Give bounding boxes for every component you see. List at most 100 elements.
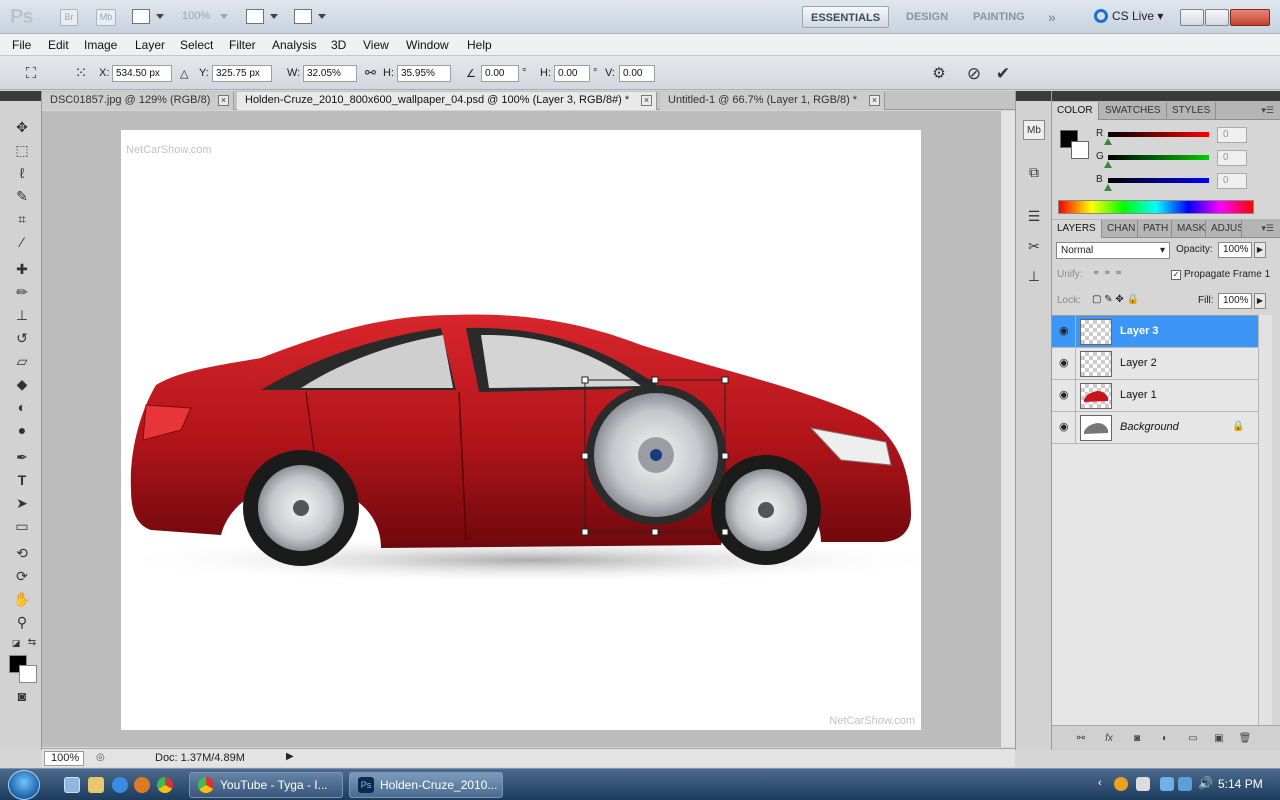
mini-bridge-button[interactable]: Mb: [96, 9, 116, 26]
red-slider-thumb[interactable]: [1104, 138, 1112, 145]
menu-select[interactable]: Select: [180, 38, 213, 52]
history-icon[interactable]: ⧉: [1023, 162, 1045, 182]
close-icon[interactable]: ×: [641, 95, 652, 106]
explorer-icon[interactable]: [88, 777, 104, 793]
add-mask-icon[interactable]: ◙: [1130, 732, 1144, 745]
cs-live-menu[interactable]: CS Live ▾: [1094, 9, 1163, 23]
move-tool-icon[interactable]: ✥: [12, 118, 32, 136]
red-value-input[interactable]: 0: [1217, 127, 1247, 143]
show-desktop-icon[interactable]: [64, 777, 80, 793]
workspace-painting[interactable]: PAINTING: [965, 6, 1033, 28]
transform-handle[interactable]: [581, 528, 589, 536]
opacity-arrow-icon[interactable]: ▶: [1254, 242, 1266, 258]
layer-row-layer-1[interactable]: ◉ Layer 1: [1052, 380, 1258, 412]
screen-mode-icon[interactable]: [294, 9, 312, 24]
tab-dsc01857[interactable]: DSC01857.jpg @ 129% (RGB/8) ×: [42, 92, 234, 110]
paint-bucket-tool-icon[interactable]: ◆: [12, 375, 32, 393]
menu-edit[interactable]: Edit: [48, 38, 69, 52]
history-brush-tool-icon[interactable]: ↺: [12, 329, 32, 347]
fill-arrow-icon[interactable]: ▶: [1254, 293, 1266, 309]
document-canvas[interactable]: NetCarShow.com NetCarShow.com: [121, 130, 921, 730]
status-zoom-field[interactable]: 100%: [44, 751, 84, 766]
height-input[interactable]: 35.95%: [397, 65, 451, 82]
taskbar-clock[interactable]: 5:14 PM: [1218, 777, 1263, 791]
h-skew-input[interactable]: 0.00: [554, 65, 590, 82]
fill-input[interactable]: 100%: [1218, 293, 1252, 309]
clone-stamp-tool-icon[interactable]: ⊥: [12, 306, 32, 324]
mini-bridge-icon[interactable]: Mb: [1023, 120, 1045, 140]
close-icon[interactable]: ×: [869, 95, 880, 106]
taskbar-photoshop[interactable]: Ps Holden-Cruze_2010...: [349, 772, 503, 798]
dodge-tool-icon[interactable]: ●: [12, 421, 32, 439]
tab-masks[interactable]: MASK: [1172, 220, 1206, 238]
menu-3d[interactable]: 3D: [331, 38, 346, 52]
layers-scrollbar[interactable]: [1258, 315, 1272, 725]
reference-point-icon[interactable]: ⁙: [72, 65, 90, 83]
visibility-toggle[interactable]: ◉: [1052, 348, 1076, 380]
transform-handle[interactable]: [581, 452, 589, 460]
visibility-toggle[interactable]: ◉: [1052, 380, 1076, 412]
quick-selection-tool-icon[interactable]: ✎: [12, 187, 32, 205]
close-button[interactable]: [1230, 9, 1270, 26]
menu-image[interactable]: Image: [84, 38, 117, 52]
menu-view[interactable]: View: [363, 38, 389, 52]
menu-window[interactable]: Window: [406, 38, 449, 52]
red-slider[interactable]: [1108, 132, 1209, 137]
blue-slider[interactable]: [1108, 178, 1209, 183]
panel-grip[interactable]: [1016, 91, 1051, 101]
tab-channels[interactable]: CHAN: [1102, 220, 1138, 238]
unify-icons[interactable]: ⚭ ⚭ ⚭: [1092, 268, 1123, 279]
y-position-input[interactable]: 325.75 px: [212, 65, 272, 82]
tab-color[interactable]: COLOR: [1052, 102, 1099, 120]
chrome-icon[interactable]: [157, 777, 173, 793]
internet-explorer-icon[interactable]: [112, 777, 128, 793]
panel-grip[interactable]: [0, 91, 41, 101]
opacity-input[interactable]: 100%: [1218, 242, 1252, 258]
new-layer-icon[interactable]: ▣: [1212, 732, 1226, 745]
3d-orbit-tool-icon[interactable]: ⟳: [12, 567, 32, 585]
cancel-transform-icon[interactable]: ⊘: [965, 65, 983, 83]
tray-network-icon[interactable]: [1178, 777, 1192, 791]
blue-value-input[interactable]: 0: [1217, 173, 1247, 189]
visibility-toggle[interactable]: ◉: [1052, 412, 1076, 444]
path-selection-tool-icon[interactable]: ➤: [12, 494, 32, 512]
green-slider-thumb[interactable]: [1104, 161, 1112, 168]
lasso-tool-icon[interactable]: ℓ: [12, 164, 32, 182]
tray-app-icon[interactable]: [1114, 777, 1128, 791]
crop-tool-icon[interactable]: ⌗: [12, 210, 32, 228]
color-spectrum-bar[interactable]: [1058, 200, 1254, 214]
link-layers-icon[interactable]: ⚯: [1074, 732, 1088, 745]
start-button[interactable]: [8, 770, 40, 800]
transform-handle[interactable]: [651, 528, 659, 536]
warp-mode-icon[interactable]: ⚙: [930, 65, 948, 83]
workspace-essentials[interactable]: ESSENTIALS: [802, 6, 890, 28]
x-position-input[interactable]: 534.50 px: [112, 65, 172, 82]
tab-adjustments[interactable]: ADJUS: [1206, 220, 1242, 238]
eraser-tool-icon[interactable]: ▱: [12, 352, 32, 370]
chevron-down-icon[interactable]: [270, 14, 278, 19]
volume-icon[interactable]: 🔊: [1198, 776, 1213, 790]
workspace-more-icon[interactable]: »: [1040, 6, 1064, 28]
layer-style-icon[interactable]: fx: [1102, 732, 1116, 745]
color-background-swatch[interactable]: [1071, 141, 1089, 159]
layer-row-layer-2[interactable]: ◉ Layer 2: [1052, 348, 1258, 380]
canvas-area[interactable]: NetCarShow.com NetCarShow.com: [42, 111, 1000, 747]
close-icon[interactable]: ×: [218, 95, 229, 106]
menu-layer[interactable]: Layer: [135, 38, 165, 52]
trash-icon[interactable]: 🗑: [1238, 732, 1252, 745]
background-color-swatch[interactable]: [19, 665, 37, 683]
shape-tool-icon[interactable]: ▭: [12, 517, 32, 535]
tray-network-icon[interactable]: [1160, 777, 1174, 791]
status-info-icon[interactable]: ◎: [96, 752, 105, 763]
propagate-checkbox[interactable]: ✓: [1171, 270, 1181, 280]
transform-handle[interactable]: [581, 376, 589, 384]
firefox-icon[interactable]: [134, 777, 150, 793]
tab-untitled-1[interactable]: Untitled-1 @ 66.7% (Layer 1, RGB/8) * ×: [660, 92, 885, 110]
hand-tool-icon[interactable]: ✋: [12, 590, 32, 608]
vertical-scrollbar[interactable]: [1000, 111, 1015, 747]
healing-brush-tool-icon[interactable]: ✚: [12, 260, 32, 278]
green-value-input[interactable]: 0: [1217, 150, 1247, 166]
new-group-icon[interactable]: ▭: [1186, 732, 1200, 745]
commit-transform-icon[interactable]: ✔: [994, 65, 1012, 83]
transform-handle[interactable]: [721, 528, 729, 536]
